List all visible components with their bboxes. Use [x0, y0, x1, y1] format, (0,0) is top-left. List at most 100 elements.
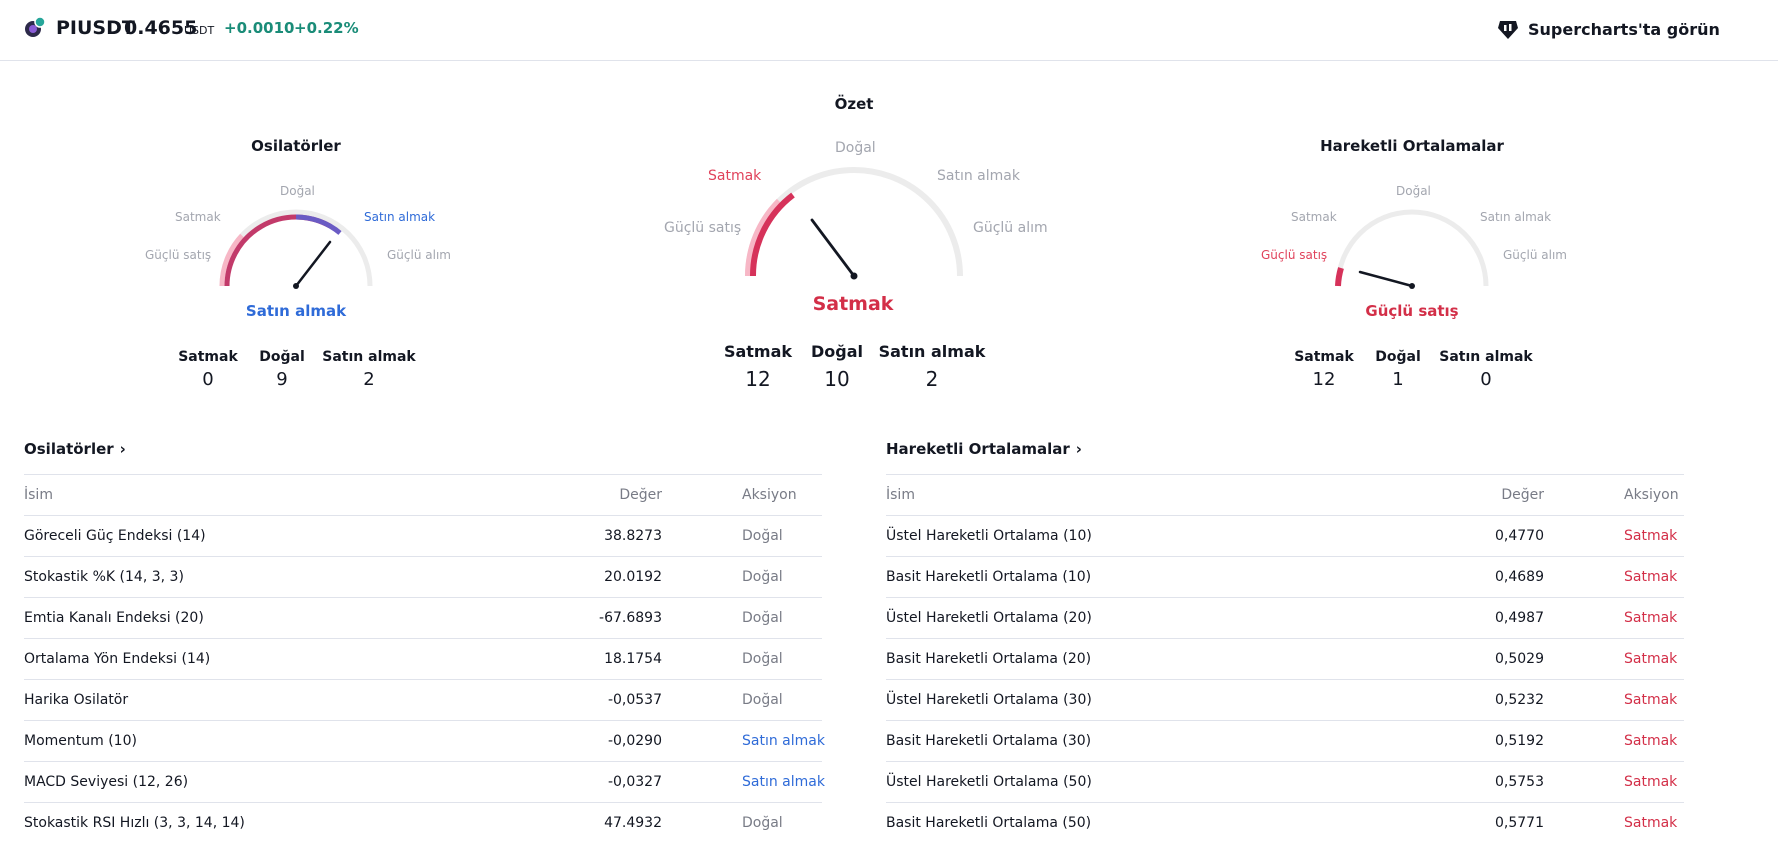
row-action: Satmak — [1624, 610, 1678, 626]
header: PIUSDT 0.4655 USDT +0.0010 +0.22% Superc… — [0, 0, 1778, 61]
row-name: Stokastik %K (14, 3, 3) — [24, 569, 184, 585]
moving-averages-gauge-title: Hareketli Ortalamalar — [1320, 137, 1504, 155]
row-name: Harika Osilatör — [24, 692, 129, 708]
row-value: 0,5771 — [1495, 815, 1544, 831]
column-action: Aksiyon — [1624, 487, 1679, 503]
table-header: İsim Değer Aksiyon — [886, 474, 1684, 515]
row-value: 0,4987 — [1495, 610, 1544, 626]
table-row: Emtia Kanalı Endeksi (20) -67.6893 Doğal — [24, 597, 822, 638]
table-row: Basit Hareketli Ortalama (20) 0,5029 Satma… — [886, 638, 1684, 679]
moving-averages-count-buy: 0 — [1480, 369, 1492, 390]
supercharts-icon — [1498, 21, 1518, 39]
summary-count-neutral-label: Doğal — [810, 342, 864, 361]
row-action: Doğal — [742, 692, 783, 708]
table-row: Basit Hareketli Ortalama (30) 0,5192 Satma… — [886, 720, 1684, 761]
table-row: Üstel Hareketli Ortalama (50) 0,5753 Satma… — [886, 761, 1684, 802]
row-value: 0,5232 — [1495, 692, 1544, 708]
row-action: Doğal — [742, 651, 783, 667]
row-name: Basit Hareketli Ortalama (20) — [886, 651, 1092, 667]
column-action: Aksiyon — [742, 487, 797, 503]
row-value: -0,0537 — [607, 692, 662, 708]
moving-averages-result: Güçlü satış — [1365, 302, 1459, 320]
summary-result: Satmak — [812, 293, 894, 315]
row-action: Satmak — [1624, 815, 1678, 831]
table-row: Stokastik %K (14, 3, 3) 20.0192 Doğal — [24, 556, 822, 597]
row-action: Doğal — [742, 610, 783, 626]
oscillators-table-title: Osilatörler — [24, 440, 114, 458]
table-row: Stokastik RSI Hızlı (3, 3, 14, 14) 47.493… — [24, 802, 822, 843]
row-action: Satmak — [1624, 651, 1678, 667]
table-row: Momentum (10) -0,0290 Satın almak — [24, 720, 825, 761]
table-row: Harika Osilatör -0,0537 Doğal — [24, 679, 822, 720]
oscillators-count-sell-label: Satmak — [178, 349, 238, 365]
row-name: MACD Seviyesi (12, 26) — [24, 774, 189, 790]
coin-logo-icon — [25, 16, 46, 37]
summary-count-neutral: 10 — [824, 367, 850, 391]
row-action: Satmak — [1624, 733, 1678, 749]
oscillators-label-sell: Satmak — [175, 210, 221, 224]
column-value: Değer — [1501, 487, 1544, 503]
oscillators-gauge — [219, 209, 373, 289]
oscillators-gauge-title: Osilatörler — [251, 137, 341, 155]
row-value: -0,0327 — [607, 774, 662, 790]
moving-averages-count-neutral-label: Doğal — [1375, 349, 1421, 365]
row-name: Üstel Hareketli Ortalama (50) — [886, 774, 1092, 790]
row-value: 0,4689 — [1495, 569, 1544, 585]
oscillators-count-buy: 2 — [363, 369, 375, 390]
moving-averages-table-body: Üstel Hareketli Ortalama (10) 0,4770 Satma… — [886, 515, 1684, 843]
table-row: Üstel Hareketli Ortalama (20) 0,4987 Satma… — [886, 597, 1684, 638]
oscillators-label-neutral: Doğal — [280, 184, 315, 198]
currency: USDT — [184, 24, 215, 37]
row-name: Basit Hareketli Ortalama (30) — [886, 733, 1092, 749]
oscillators-count-neutral-label: Doğal — [259, 349, 305, 365]
moving-averages-label-neutral: Doğal — [1396, 184, 1431, 198]
moving-averages-label-strong-buy: Güçlü alım — [1503, 248, 1567, 262]
summary-count-sell-label: Satmak — [723, 342, 793, 361]
supercharts-label: Supercharts'ta görün — [1528, 19, 1720, 39]
chevron-right-icon: › — [119, 440, 126, 458]
row-value: -67.6893 — [599, 610, 662, 626]
table-row: MACD Seviyesi (12, 26) -0,0327 Satın almak — [24, 761, 825, 802]
row-value: 38.8273 — [604, 528, 662, 544]
row-action: Doğal — [742, 815, 783, 831]
row-action: Satın almak — [742, 733, 825, 749]
moving-averages-label-strong-sell: Güçlü satış — [1261, 248, 1328, 262]
change-percent: +0.22% — [294, 19, 359, 37]
row-action: Satmak — [1624, 774, 1678, 790]
summary-gauge-title: Özet — [834, 95, 874, 113]
row-action: Doğal — [742, 528, 783, 544]
row-name: Basit Hareketli Ortalama (50) — [886, 815, 1092, 831]
moving-averages-gauge — [1335, 209, 1489, 289]
moving-averages-count-neutral: 1 — [1392, 369, 1404, 390]
table-row: Üstel Hareketli Ortalama (10) 0,4770 Satma… — [886, 515, 1684, 556]
moving-averages-table: Hareketli Ortalamalar › İsim Değer Aksiy… — [886, 440, 1684, 843]
summary-label-buy: Satın almak — [937, 168, 1020, 184]
row-name: Emtia Kanalı Endeksi (20) — [24, 610, 204, 626]
moving-averages-count-sell-label: Satmak — [1294, 349, 1354, 365]
oscillators-table-title-link[interactable]: Osilatörler › — [24, 440, 822, 474]
oscillators-table: Osilatörler › İsim Değer Aksiyon Görecel… — [24, 440, 825, 843]
supercharts-link[interactable]: Supercharts'ta görün — [1496, 16, 1720, 42]
moving-averages-table-title: Hareketli Ortalamalar — [886, 440, 1070, 458]
summary-count-buy: 2 — [925, 367, 939, 391]
row-value: 20.0192 — [604, 569, 662, 585]
row-name: Üstel Hareketli Ortalama (20) — [886, 610, 1092, 626]
table-row: Üstel Hareketli Ortalama (30) 0,5232 Satma… — [886, 679, 1684, 720]
row-action: Satmak — [1624, 692, 1678, 708]
moving-averages-count-buy-label: Satın almak — [1439, 349, 1533, 365]
row-action: Satın almak — [742, 774, 825, 790]
summary-label-neutral: Doğal — [835, 140, 876, 156]
row-action: Doğal — [742, 569, 783, 585]
oscillators-count-sell: 0 — [202, 369, 214, 390]
row-value: 0,5192 — [1495, 733, 1544, 749]
column-name: İsim — [886, 487, 915, 503]
row-action: Satmak — [1624, 528, 1678, 544]
row-name: Basit Hareketli Ortalama (10) — [886, 569, 1092, 585]
moving-averages-table-title-link[interactable]: Hareketli Ortalamalar › — [886, 440, 1684, 474]
oscillators-label-buy: Satın almak — [364, 210, 436, 224]
change-absolute: +0.0010 — [224, 19, 295, 37]
table-row: Göreceli Güç Endeksi (14) 38.8273 Doğal — [24, 515, 822, 556]
oscillators-result: Satın almak — [245, 302, 347, 320]
row-value: 0,5029 — [1495, 651, 1544, 667]
table-row: Basit Hareketli Ortalama (10) 0,4689 Satma… — [886, 556, 1684, 597]
